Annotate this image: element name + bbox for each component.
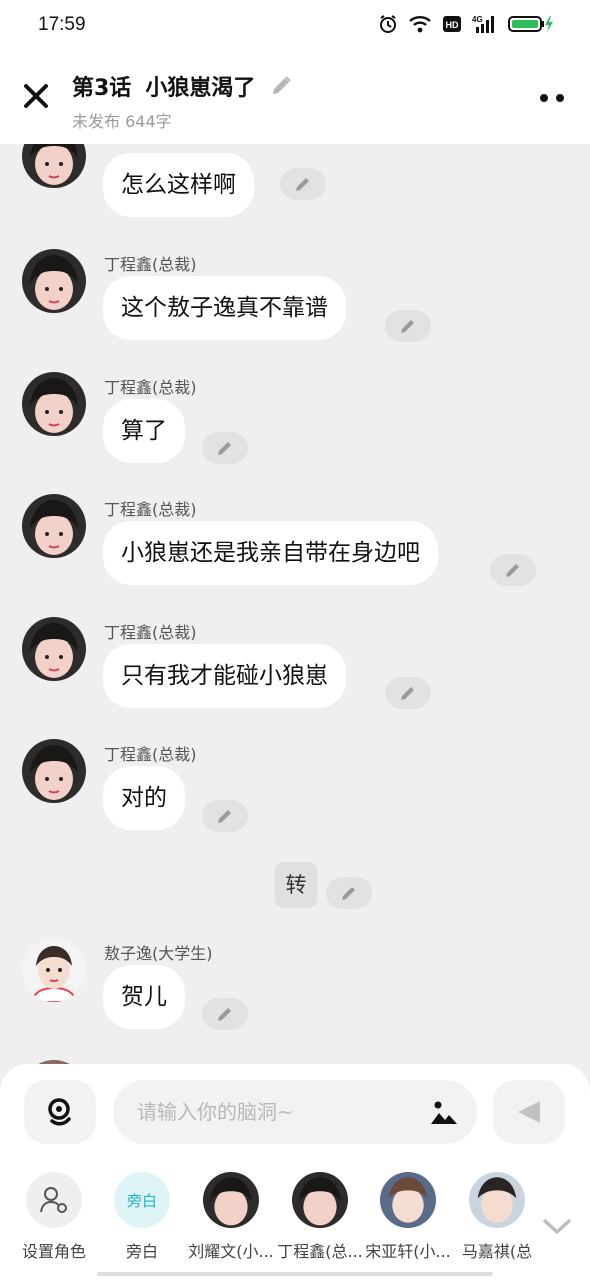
role-label: 马嘉祺(总: [461, 1242, 533, 1261]
word-count-status: 未发布 644字: [72, 112, 172, 131]
role-label: 旁白: [125, 1242, 158, 1261]
more-options-icon[interactable]: [538, 88, 568, 108]
role-avatar: [203, 1172, 259, 1228]
status-bar: 17:59 HD 4G: [0, 0, 590, 52]
role-item-song-yaxuan[interactable]: 宋亚轩(小...: [364, 1172, 452, 1262]
role-item-ma-jiaqi[interactable]: 马嘉祺(总: [453, 1172, 541, 1262]
svg-text:4G: 4G: [472, 15, 483, 24]
role-label: 刘耀文(小...: [188, 1242, 274, 1261]
battery-charging-icon: [508, 16, 553, 32]
close-icon[interactable]: [20, 80, 52, 112]
role-scrollbar[interactable]: [97, 1272, 493, 1276]
avatar[interactable]: [22, 938, 86, 1002]
avatar[interactable]: [22, 739, 86, 803]
edit-message-icon[interactable]: [490, 554, 536, 586]
avatar[interactable]: [22, 617, 86, 681]
avatar[interactable]: [22, 144, 86, 188]
role-label: 丁程鑫(总...: [277, 1242, 363, 1261]
message-input[interactable]: [137, 1080, 417, 1144]
role-item-narrator[interactable]: 旁白 旁白: [98, 1172, 186, 1262]
input-box[interactable]: [113, 1080, 477, 1144]
role-avatar: [292, 1172, 348, 1228]
role-item-settings[interactable]: 设置角色: [10, 1172, 98, 1262]
send-button[interactable]: [493, 1080, 565, 1144]
edit-title-icon[interactable]: [269, 74, 293, 98]
avatar[interactable]: [22, 494, 86, 558]
speaker-name: 敖子逸(大学生): [104, 944, 213, 963]
message-bubble[interactable]: 小狼崽还是我亲自带在身边吧: [103, 521, 438, 585]
avatar[interactable]: [22, 372, 86, 436]
message-bubble[interactable]: 贺儿: [103, 965, 185, 1029]
speaker-name: 丁程鑫(总裁): [104, 623, 197, 642]
bottom-panel: 设置角色 旁白 旁白 刘耀文(小... 丁程鑫(总... 宋亚轩(小...: [0, 1064, 590, 1280]
svg-text:HD: HD: [446, 20, 459, 30]
role-item-ding-chengxin[interactable]: 丁程鑫(总...: [276, 1172, 364, 1262]
episode-title[interactable]: 小狼崽渴了: [145, 70, 255, 102]
signal-4g-icon: 4G: [472, 15, 494, 33]
role-selector[interactable]: 设置角色 旁白 旁白 刘耀文(小... 丁程鑫(总... 宋亚轩(小... 马嘉…: [0, 1172, 590, 1268]
hd-icon: HD: [443, 16, 461, 32]
edit-message-icon[interactable]: [280, 168, 326, 200]
edit-message-icon[interactable]: [202, 998, 248, 1030]
role-avatar: [469, 1172, 525, 1228]
role-label: 宋亚轩(小...: [365, 1242, 451, 1261]
role-item-liu-yaowen[interactable]: 刘耀文(小...: [187, 1172, 275, 1262]
edit-message-icon[interactable]: [202, 800, 248, 832]
message-bubble[interactable]: 只有我才能碰小狼崽: [103, 644, 346, 708]
role-label: 设置角色: [21, 1242, 86, 1261]
chat-area[interactable]: 怎么这样啊 丁程鑫(总裁) 这个敖子逸真不靠谱 丁程鑫(总裁) 算了 丁程鑫(总…: [0, 144, 590, 1064]
speaker-name: 丁程鑫(总裁): [104, 378, 197, 397]
message-bubble[interactable]: 算了: [103, 399, 185, 463]
chevron-down-icon[interactable]: [540, 1214, 574, 1238]
speaker-name: 丁程鑫(总裁): [104, 255, 197, 274]
status-time: 17:59: [38, 14, 86, 35]
speaker-name: 丁程鑫(总裁): [104, 500, 197, 519]
header: 第3话 小狼崽渴了 未发布 644字: [0, 52, 590, 144]
image-icon[interactable]: [429, 1098, 459, 1126]
voice-button[interactable]: [24, 1080, 96, 1144]
title-row: 第3话 小狼崽渴了: [72, 70, 293, 102]
status-icons: HD 4G: [378, 14, 556, 34]
role-settings-circle: [26, 1172, 82, 1228]
edit-message-icon[interactable]: [385, 310, 431, 342]
role-avatar: [380, 1172, 436, 1228]
edit-message-icon[interactable]: [385, 677, 431, 709]
edit-message-icon[interactable]: [202, 432, 248, 464]
alarm-icon: [380, 15, 396, 33]
narrator-circle-text: 旁白: [126, 1191, 157, 1210]
avatar[interactable]: [22, 249, 86, 313]
send-icon: [518, 1101, 540, 1123]
wifi-icon: [409, 16, 431, 33]
message-bubble[interactable]: 这个敖子逸真不靠谱: [103, 276, 346, 340]
message-bubble[interactable]: 对的: [103, 766, 185, 830]
edit-message-icon[interactable]: [326, 877, 372, 909]
role-narrator-circle: 旁白: [114, 1172, 170, 1228]
person-settings-icon: [40, 1187, 67, 1213]
message-bubble[interactable]: 怎么这样啊: [103, 153, 254, 217]
episode-number: 第3话: [72, 76, 132, 101]
speaker-name: 丁程鑫(总裁): [104, 745, 197, 764]
voice-icon: [48, 1098, 71, 1126]
narration-bubble[interactable]: 转: [275, 862, 317, 908]
